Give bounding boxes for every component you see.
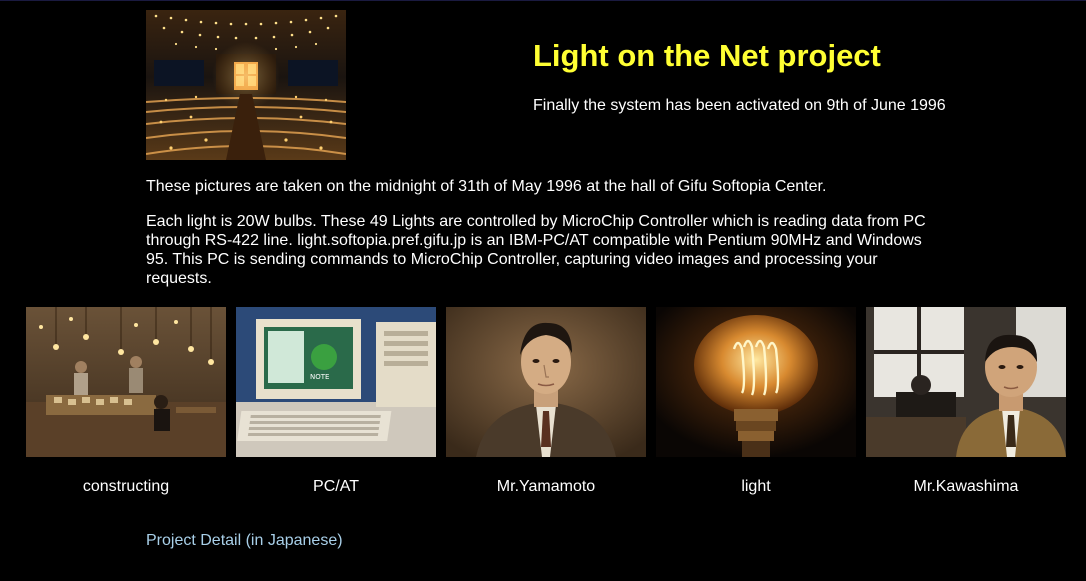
- pcat-photo[interactable]: NOTE: [236, 307, 436, 457]
- caption-kawashima: Mr.Kawashima: [913, 478, 1019, 495]
- caption-yamamoto: Mr.Yamamoto: [496, 478, 596, 495]
- caption-light: light: [741, 478, 771, 495]
- gallery-item-pcat[interactable]: NOTE PC/AT: [236, 307, 436, 495]
- yamamoto-portrait[interactable]: [446, 307, 646, 457]
- photo-gallery: constructing NOTE PC/AT Mr.Yamamoto ligh…: [26, 307, 1066, 507]
- svg-text:NOTE: NOTE: [310, 373, 329, 381]
- project-detail-link[interactable]: Project Detail (in Japanese): [146, 532, 343, 550]
- gallery-item-light[interactable]: light: [656, 307, 856, 495]
- activation-subtitle: Finally the system has been activated on…: [533, 97, 946, 114]
- gallery-item-yamamoto[interactable]: Mr.Yamamoto: [446, 307, 646, 495]
- constructing-photo[interactable]: [26, 307, 226, 457]
- light-bulb-photo[interactable]: [656, 307, 856, 457]
- hall-photo: [146, 10, 346, 160]
- page-title: Light on the Net project: [533, 38, 881, 73]
- caption-pcat: PC/AT: [313, 478, 359, 495]
- caption-constructing: constructing: [82, 478, 170, 495]
- kawashima-portrait[interactable]: [866, 307, 1066, 457]
- description-paragraph: Each light is 20W bulbs. These 49 Lights…: [146, 213, 926, 287]
- intro-paragraph: These pictures are taken on the midnight…: [146, 178, 827, 195]
- gallery-item-constructing[interactable]: constructing: [26, 307, 226, 495]
- page: Light on the Net project Finally the sys…: [0, 0, 1086, 581]
- gallery-item-kawashima[interactable]: Mr.Kawashima: [866, 307, 1066, 495]
